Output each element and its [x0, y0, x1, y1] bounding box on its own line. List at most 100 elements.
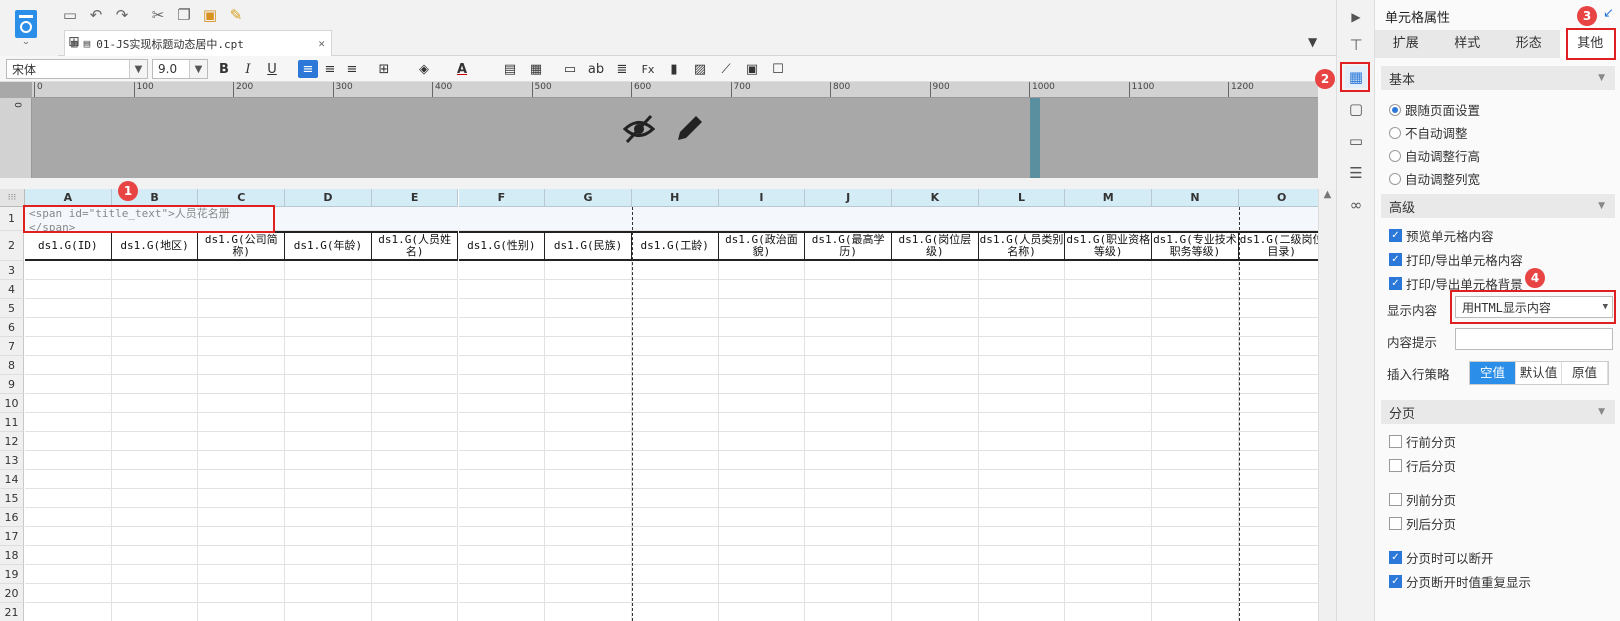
grid-cell[interactable]	[978, 356, 1066, 375]
paging-checkbox-option[interactable]: 列后分页	[1389, 514, 1456, 533]
grid-cell[interactable]	[111, 299, 199, 318]
checkbox-checked-icon[interactable]: ✓	[1389, 253, 1402, 266]
grid-cell[interactable]	[1065, 527, 1153, 546]
grid-cell[interactable]	[198, 337, 286, 356]
grid-cell[interactable]	[718, 356, 806, 375]
grid-cell[interactable]	[978, 527, 1066, 546]
grid-cell[interactable]	[892, 356, 979, 375]
subreport-icon[interactable]: ▣	[742, 60, 762, 78]
grid-cell[interactable]	[1152, 375, 1239, 394]
header-field-cell[interactable]: ds1.G(人员姓名)	[371, 231, 459, 261]
grid-cell[interactable]	[1238, 470, 1318, 489]
close-tab-icon[interactable]: ✕	[318, 37, 325, 50]
checkbox-icon[interactable]	[1389, 459, 1402, 472]
grid-cell[interactable]	[371, 337, 459, 356]
grid-cell[interactable]	[892, 413, 979, 432]
grid-cell[interactable]	[1065, 337, 1153, 356]
row-header[interactable]: 20	[0, 584, 24, 603]
grid-cell[interactable]	[718, 508, 806, 527]
grid-cell[interactable]	[719, 603, 806, 621]
grid-cell[interactable]	[892, 337, 979, 356]
grid-cell[interactable]	[545, 356, 632, 375]
redo-icon[interactable]: ↷	[112, 6, 132, 24]
row-header[interactable]: 16	[0, 508, 24, 527]
grid-cell[interactable]	[1152, 413, 1239, 432]
paging-checkbox-option[interactable]: 行前分页	[1389, 432, 1456, 451]
grid-cell[interactable]	[805, 375, 892, 394]
basic-radio-option[interactable]: 自动调整列宽	[1389, 169, 1480, 188]
grid-cell[interactable]	[892, 318, 979, 337]
column-header[interactable]: G	[545, 189, 632, 207]
column-header[interactable]: I	[718, 189, 806, 207]
select-all-corner[interactable]: ⁝⁝⁝	[0, 189, 25, 207]
grid-cell[interactable]	[805, 584, 892, 603]
grid-cell[interactable]	[1238, 280, 1318, 299]
row-header[interactable]: 15	[0, 489, 24, 508]
grid-cell[interactable]	[805, 527, 892, 546]
grid-cell[interactable]	[718, 299, 806, 318]
grid-cell[interactable]	[111, 356, 199, 375]
italic-icon[interactable]: I	[238, 60, 258, 78]
grid-cell[interactable]	[1152, 337, 1239, 356]
grid-cell[interactable]	[1238, 261, 1318, 280]
content-hint-input[interactable]	[1455, 328, 1613, 350]
header-field-cell[interactable]: ds1.G(政治面貌)	[718, 231, 806, 261]
grid-cell[interactable]	[1065, 508, 1153, 527]
grid-cell[interactable]	[25, 603, 112, 621]
grid-cell[interactable]	[458, 565, 546, 584]
grid-cell[interactable]	[111, 337, 199, 356]
grid-cell[interactable]	[631, 470, 719, 489]
grid-cell[interactable]	[458, 527, 546, 546]
grid-view-icon[interactable]: ⊞	[68, 34, 80, 50]
grid-cell[interactable]	[1065, 565, 1153, 584]
grid-cell[interactable]	[1065, 394, 1153, 413]
grid-cell[interactable]	[545, 508, 632, 527]
grid-cell[interactable]	[805, 451, 892, 470]
grid-cell[interactable]	[111, 432, 199, 451]
tab-expand[interactable]: 扩展	[1375, 30, 1437, 58]
grid-cell[interactable]	[458, 470, 546, 489]
file-tab[interactable]: ▦ ▤ 01-JS实现标题动态居中.cpt ✕	[64, 30, 332, 56]
paragraph-icon[interactable]: ≣	[612, 60, 632, 78]
basic-radio-option[interactable]: 跟随页面设置	[1389, 100, 1480, 119]
grid-cell[interactable]	[718, 451, 806, 470]
bold-icon[interactable]: B	[214, 60, 234, 78]
grid-cell[interactable]	[1152, 451, 1239, 470]
grid-cell[interactable]	[631, 546, 719, 565]
row-header[interactable]: 21	[0, 603, 24, 621]
formula-icon[interactable]: Fx	[638, 60, 658, 78]
column-header[interactable]: J	[805, 189, 892, 207]
text-field-icon[interactable]: ▭	[560, 60, 580, 78]
grid-cell[interactable]	[1065, 489, 1153, 508]
row-header[interactable]: 18	[0, 546, 24, 565]
grid-cell[interactable]	[111, 261, 199, 280]
row-header[interactable]: 7	[0, 337, 24, 356]
grid-cell[interactable]	[545, 546, 632, 565]
grid-cell[interactable]	[718, 489, 806, 508]
grid-cell[interactable]	[1239, 603, 1318, 621]
table-icon[interactable]: ▦	[526, 60, 546, 78]
grid-cell[interactable]	[285, 375, 372, 394]
row-header[interactable]: 4	[0, 280, 24, 299]
radio-icon[interactable]	[1389, 149, 1401, 162]
row-header[interactable]: 5	[0, 299, 24, 318]
grid-cell[interactable]	[458, 584, 546, 603]
grid-cell[interactable]	[198, 508, 286, 527]
grid-cell[interactable]	[892, 432, 979, 451]
grid-cell[interactable]	[978, 508, 1066, 527]
template-icon[interactable]: ⊤	[1345, 34, 1367, 56]
grid-cell[interactable]	[25, 565, 112, 584]
column-header[interactable]: F	[458, 189, 546, 207]
grid-scrollbar[interactable]: ▲	[1318, 189, 1336, 621]
grid-cell[interactable]	[892, 280, 979, 299]
cut-icon[interactable]: ✂	[148, 6, 168, 24]
grid-cell[interactable]	[631, 337, 719, 356]
align-right-icon[interactable]: ≡	[342, 60, 362, 78]
grid-cell[interactable]	[25, 413, 112, 432]
grid-cell[interactable]	[892, 584, 979, 603]
grid-cell[interactable]	[285, 432, 372, 451]
grid-cell[interactable]	[1152, 546, 1239, 565]
grid-cell[interactable]	[545, 337, 632, 356]
row1-merged-cell[interactable]	[273, 207, 1318, 231]
grid-cell[interactable]	[718, 584, 806, 603]
